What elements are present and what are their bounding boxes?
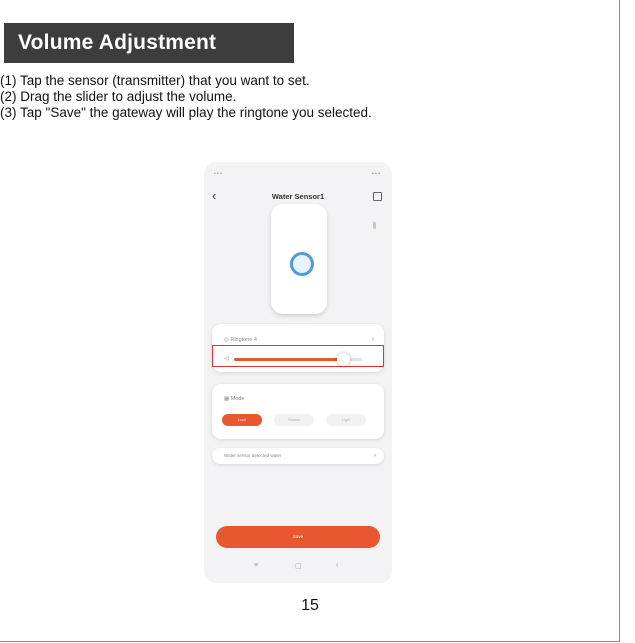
home-icon[interactable]: ▢ [295, 562, 302, 570]
mode-button-normal[interactable]: Normal [274, 414, 314, 426]
chevron-right-icon: › [374, 453, 376, 459]
instruction-steps: (1) Tap the sensor (transmitter) that yo… [0, 73, 372, 121]
status-icons: ▪ ▪ ▪ [371, 171, 380, 177]
status-time: • • • [214, 171, 223, 177]
save-button[interactable]: Save [216, 526, 380, 548]
slider-highlight-box [212, 345, 384, 367]
back-nav-icon[interactable]: ‹ [336, 562, 338, 569]
mode-title: Mode [230, 396, 245, 402]
bell-icon: ◎ [224, 337, 229, 343]
battery-icon [373, 222, 376, 229]
edit-icon[interactable] [373, 192, 382, 201]
step-1: (1) Tap the sensor (transmitter) that yo… [0, 73, 310, 88]
step-3: (3) Tap "Save" the gateway will play the… [0, 105, 372, 120]
ringtone-selector[interactable]: ◎ Ringtone 4 [224, 337, 257, 343]
mode-button-loud[interactable]: Loud [222, 414, 262, 426]
menu-icon[interactable]: ≡ [254, 562, 258, 569]
mode-button-light[interactable]: Light [326, 414, 366, 426]
ringtone-label: Ringtone 4 [230, 337, 257, 343]
message-row[interactable]: Water sensor detected water › [212, 448, 384, 464]
water-sensor-icon [290, 252, 314, 276]
screen-title: Water Sensor1 [271, 192, 325, 201]
mode-label: ▦ Mode [224, 396, 245, 402]
phone-screenshot: • • • ▪ ▪ ▪ ‹ Water Sensor1 ◎ Ringtone 4… [204, 162, 392, 583]
step-2: (2) Drag the slider to adjust the volume… [0, 89, 237, 104]
message-text: Water sensor detected water [224, 453, 282, 458]
page-title: Volume Adjustment [4, 23, 294, 63]
status-bar: • • • ▪ ▪ ▪ [204, 162, 392, 184]
mode-card: ▦ Mode Loud Normal Light [212, 384, 384, 439]
page-number: 15 [301, 597, 319, 614]
grid-icon: ▦ [224, 396, 230, 402]
chevron-right-icon[interactable]: › [372, 336, 374, 343]
